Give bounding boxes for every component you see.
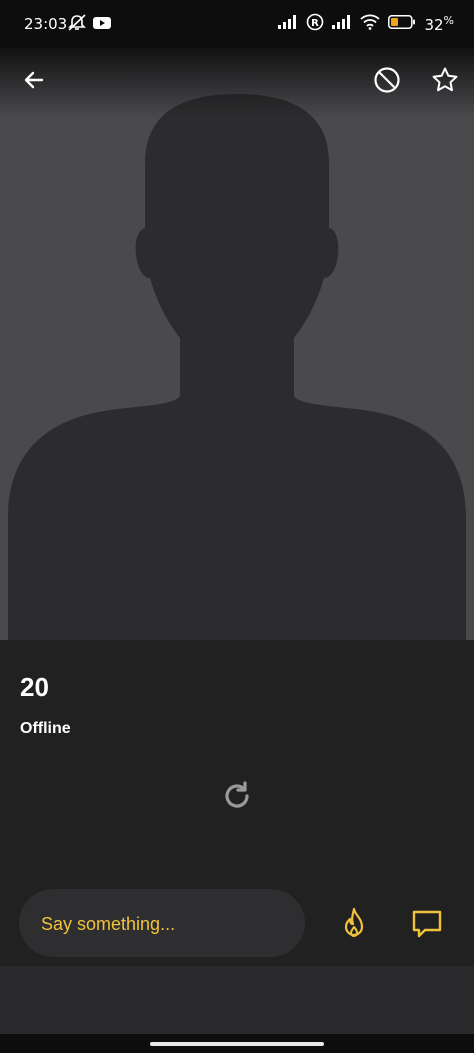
roaming-icon: R (306, 13, 324, 35)
youtube-icon (93, 16, 111, 34)
home-indicator[interactable] (150, 1042, 324, 1046)
chat-bubble-icon (412, 910, 442, 938)
battery-percent: 32% (424, 14, 454, 34)
wifi-icon (360, 14, 381, 34)
back-button[interactable] (14, 60, 54, 100)
favorite-button[interactable] (425, 60, 465, 100)
arrow-left-icon (24, 71, 44, 89)
chat-button[interactable] (406, 902, 448, 946)
refresh-icon[interactable] (221, 780, 253, 812)
avatar-placeholder-icon (8, 94, 466, 640)
status-time: 23:03 (24, 15, 68, 33)
signal-icon (332, 15, 352, 33)
system-nav-bar (0, 1034, 474, 1053)
block-button[interactable] (367, 60, 407, 100)
online-status: Offline (20, 720, 71, 737)
battery-icon (388, 15, 416, 33)
message-input[interactable] (39, 889, 293, 959)
status-bar: 23:03 R 32% (0, 0, 474, 48)
notification-muted-icon (67, 14, 87, 36)
profile-info-panel: 20 Offline (0, 640, 474, 966)
block-icon (374, 67, 400, 93)
message-composer[interactable] (19, 889, 305, 959)
bottom-strip (0, 966, 474, 1034)
tap-button[interactable] (334, 902, 374, 946)
profile-photo[interactable] (0, 48, 474, 640)
star-outline-icon (432, 67, 458, 92)
signal-icon (278, 15, 298, 33)
profile-age: 20 (20, 672, 49, 702)
svg-text:R: R (312, 18, 320, 29)
flame-icon (344, 907, 364, 937)
